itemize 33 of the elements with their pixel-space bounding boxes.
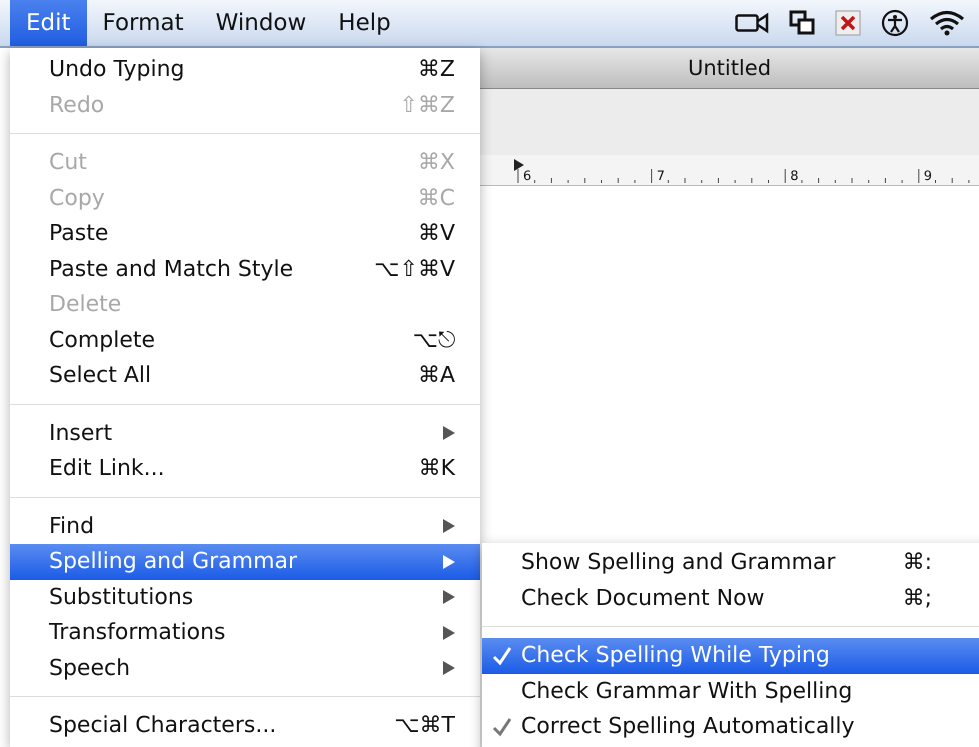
menu-item[interactable]: Insert	[10, 416, 480, 451]
menu-item[interactable]: Complete ⌥⎋	[10, 322, 480, 358]
ruler-number: 9	[924, 169, 934, 184]
wifi-icon[interactable]	[929, 10, 965, 36]
menu-item[interactable]: Substitutions	[10, 580, 480, 615]
menu-bar-item[interactable]: Window	[200, 0, 322, 46]
menu-bar-item[interactable]: Help	[322, 0, 407, 46]
menu-item[interactable]: Undo Typing ⌘Z	[10, 52, 480, 88]
ruler-number: 7	[656, 169, 666, 184]
menu-item[interactable]: Correct Spelling Automatically	[482, 709, 979, 744]
menu-item[interactable]: Check Grammar With Spelling	[482, 674, 979, 709]
menu-item[interactable]: Paste ⌘V	[10, 216, 480, 252]
menu-item[interactable]: Show Spelling and Grammar ⌘:	[482, 545, 979, 580]
menu-item[interactable]: Special Characters... ⌥⌘T	[10, 708, 480, 744]
menu-item[interactable]: Edit Link... ⌘K	[10, 451, 480, 486]
tab-stop-icon[interactable]	[514, 159, 524, 171]
menu-item[interactable]: Find	[10, 508, 480, 544]
ruler-number: 6	[523, 169, 532, 184]
menu-item[interactable]: Select All ⌘A	[10, 358, 480, 394]
menu-bar-item[interactable]: Edit	[10, 0, 87, 46]
close-icon[interactable]	[835, 10, 861, 36]
menu-item[interactable]: Transformations	[10, 615, 480, 650]
accessibility-icon[interactable]	[881, 9, 909, 37]
menu-bar-item[interactable]: Format	[86, 0, 200, 46]
menu-item[interactable]: Paste and Match Style ⌥⇧⌘V	[10, 252, 480, 287]
window-title: Untitled	[688, 56, 772, 80]
video-camera-icon[interactable]	[735, 12, 769, 34]
menu-item[interactable]: Spelling and Grammar	[10, 544, 480, 580]
menu-item[interactable]: Speech	[10, 650, 480, 686]
menu-item[interactable]: Check Spelling While Typing	[482, 638, 979, 674]
windows-icon[interactable]	[789, 10, 815, 36]
menu-item[interactable]: Check Document Now ⌘;	[482, 580, 979, 616]
ruler-number: 8	[790, 169, 800, 184]
